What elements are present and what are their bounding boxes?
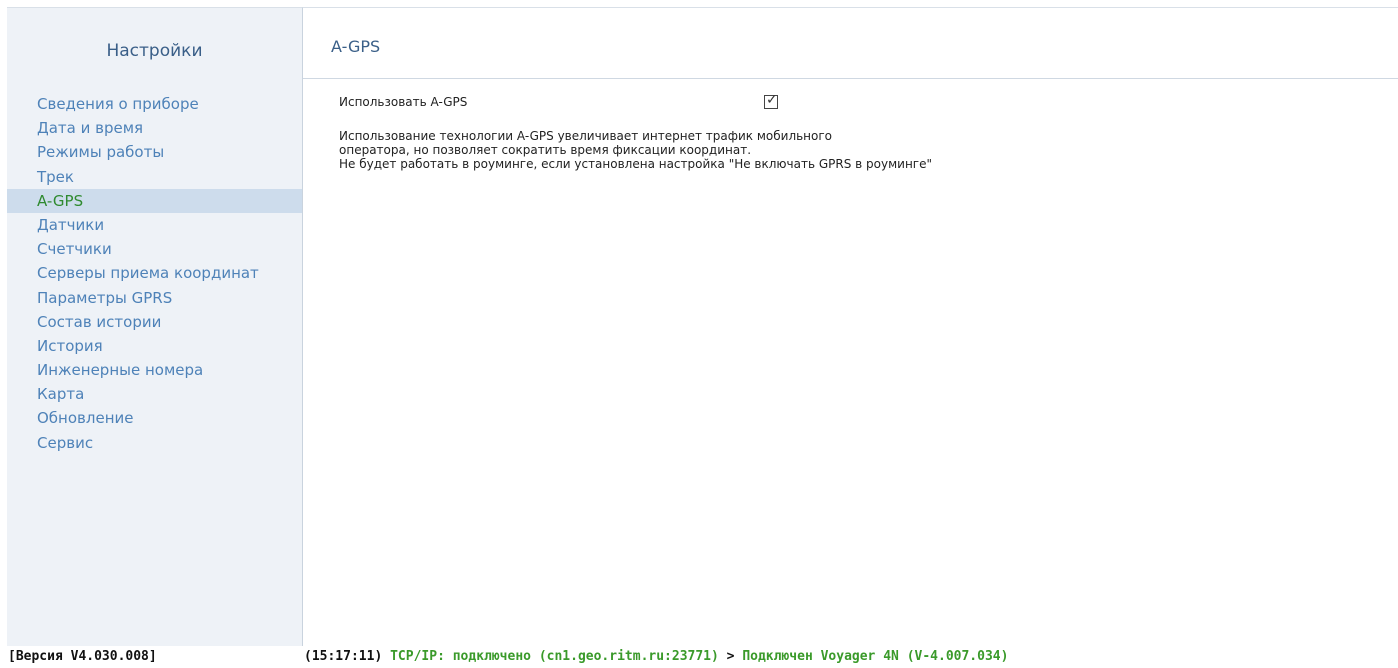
status-device: Подключен Voyager 4N (V-4.007.034) <box>742 649 1009 664</box>
main-header: A-GPS <box>303 8 1398 79</box>
agps-option-label: Использовать A-GPS <box>339 95 468 109</box>
sidebar-title: Настройки <box>106 41 203 61</box>
sidebar-item-agps[interactable]: A-GPS <box>7 188 302 213</box>
main-panel: A-GPS Использовать A-GPS ✓ Использование… <box>303 7 1398 646</box>
status-tcp: TCP/IP: подключено (cn1.geo.ritm.ru:2377… <box>390 649 719 664</box>
sidebar-item-coordinate-servers[interactable]: Серверы приема координат <box>7 261 302 285</box>
sidebar-item-device-info[interactable]: Сведения о приборе <box>7 92 302 116</box>
sidebar-item-update[interactable]: Обновление <box>7 406 302 430</box>
description-line: Использование технологии A-GPS увеличива… <box>339 129 833 143</box>
sidebar-item-service[interactable]: Сервис <box>7 431 302 455</box>
version-label: [Версия V4.030.008] <box>8 649 157 664</box>
sidebar: Настройки Сведения о приборе Дата и врем… <box>7 7 303 646</box>
description-line: Не будет работать в роуминге, если устан… <box>339 157 933 171</box>
checkmark-icon: ✓ <box>766 92 778 108</box>
status-time: (15:17:11) <box>304 649 383 664</box>
sidebar-item-work-modes[interactable]: Режимы работы <box>7 140 302 164</box>
description-line: оператора, но позволяет сократить время … <box>339 143 752 157</box>
agps-description: Использование технологии A-GPS увеличива… <box>339 129 932 171</box>
sidebar-item-map[interactable]: Карта <box>7 382 302 406</box>
page-title: A-GPS <box>331 37 381 56</box>
sidebar-item-history-content[interactable]: Состав истории <box>7 310 302 334</box>
sidebar-item-track[interactable]: Трек <box>7 165 302 189</box>
sidebar-item-history[interactable]: История <box>7 334 302 358</box>
sidebar-item-engineer-numbers[interactable]: Инженерные номера <box>7 358 302 382</box>
agps-checkbox[interactable]: ✓ <box>764 92 778 109</box>
connection-status: (15:17:11) TCP/IP: подключено (cn1.geo.r… <box>304 645 1008 668</box>
sidebar-item-sensors[interactable]: Датчики <box>7 213 302 237</box>
sidebar-item-date-time[interactable]: Дата и время <box>7 116 302 140</box>
status-bar: [Версия V4.030.008] (15:17:11) TCP/IP: п… <box>0 645 1398 668</box>
sidebar-nav: Сведения о приборе Дата и время Режимы р… <box>7 92 302 455</box>
sidebar-item-gprs-params[interactable]: Параметры GPRS <box>7 286 302 310</box>
status-arrow: > <box>726 649 735 664</box>
sidebar-item-counters[interactable]: Счетчики <box>7 237 302 261</box>
